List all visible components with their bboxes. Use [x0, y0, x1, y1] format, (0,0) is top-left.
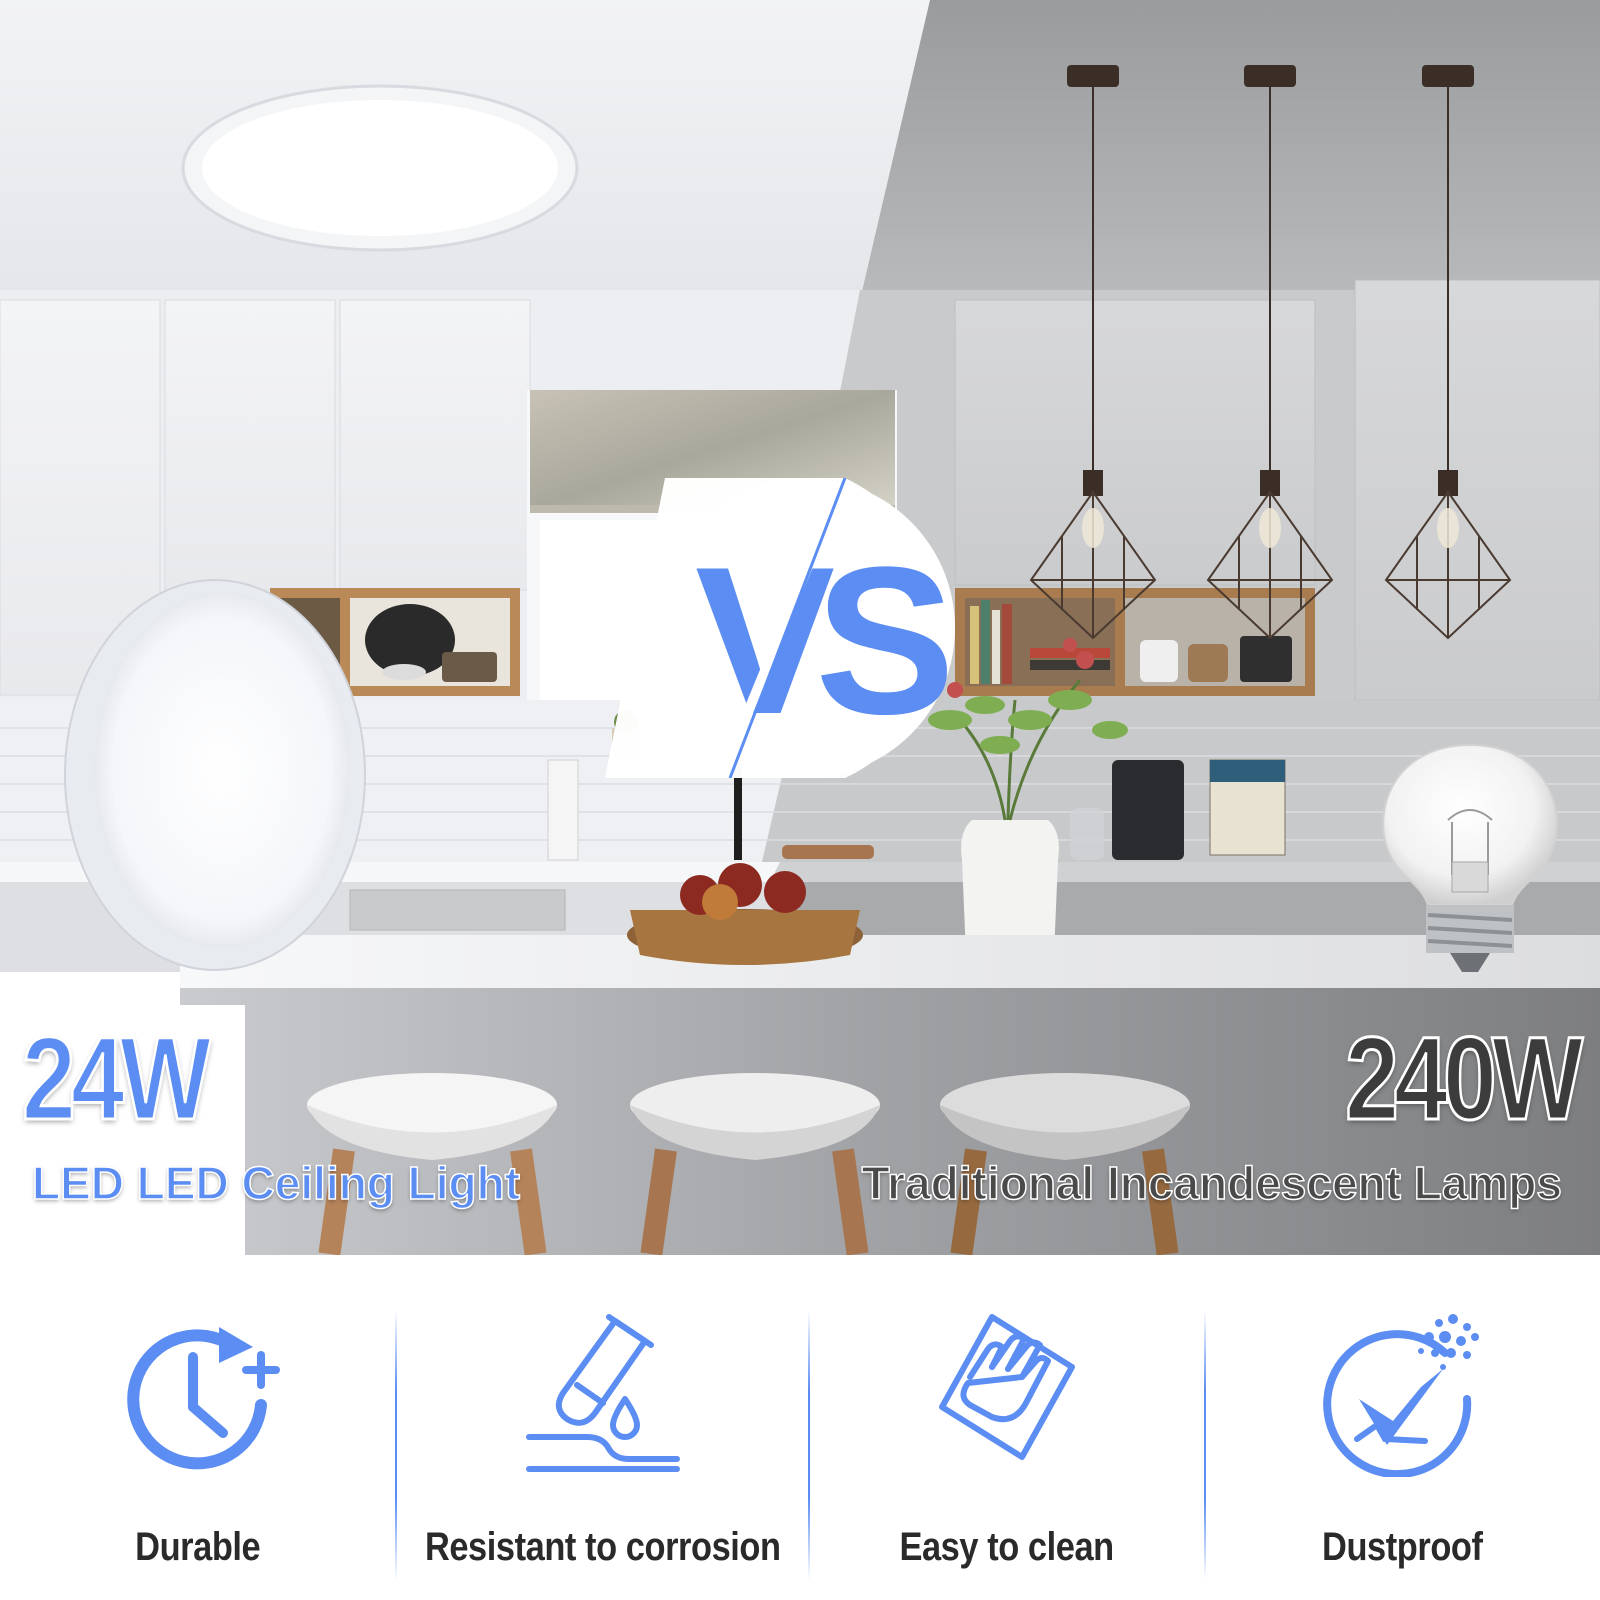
incandescent-wattage: 240W: [1344, 1013, 1584, 1145]
test-tube-drop-icon: [526, 1314, 681, 1472]
vs-badge: VS: [605, 477, 967, 794]
feature-label: Durable: [135, 1525, 261, 1569]
wiping-hand-icon: [938, 1314, 1075, 1460]
feature-corrosion: Resistant to corrosion: [394, 1255, 810, 1600]
led-label: LED LED Ceiling Light: [31, 1157, 521, 1209]
divider: [394, 1310, 397, 1580]
vs-text: VS: [695, 523, 947, 758]
feature-label: Dustproof: [1322, 1525, 1483, 1569]
feature-dustproof: Dustproof: [1203, 1255, 1600, 1600]
feature-label: Resistant to corrosion: [424, 1525, 781, 1569]
dust-shield-check-icon: [1323, 1314, 1480, 1477]
feature-durable: Durable: [0, 1255, 396, 1600]
led-wattage: 24W: [21, 1013, 213, 1145]
feature-label: Easy to clean: [899, 1525, 1115, 1569]
feature-strip: Durable Resistant to corrosion Easy to c…: [0, 1255, 1600, 1600]
product-comparison-image: VS 24W LED LED Ceiling Light 240W Tradit…: [0, 0, 1600, 1600]
incandescent-label: Traditional Incandescent Lamps: [861, 1157, 1563, 1209]
clock-plus-icon: [127, 1327, 280, 1470]
divider: [1203, 1310, 1206, 1580]
feature-easy-clean: Easy to clean: [808, 1255, 1205, 1600]
divider: [808, 1310, 811, 1580]
